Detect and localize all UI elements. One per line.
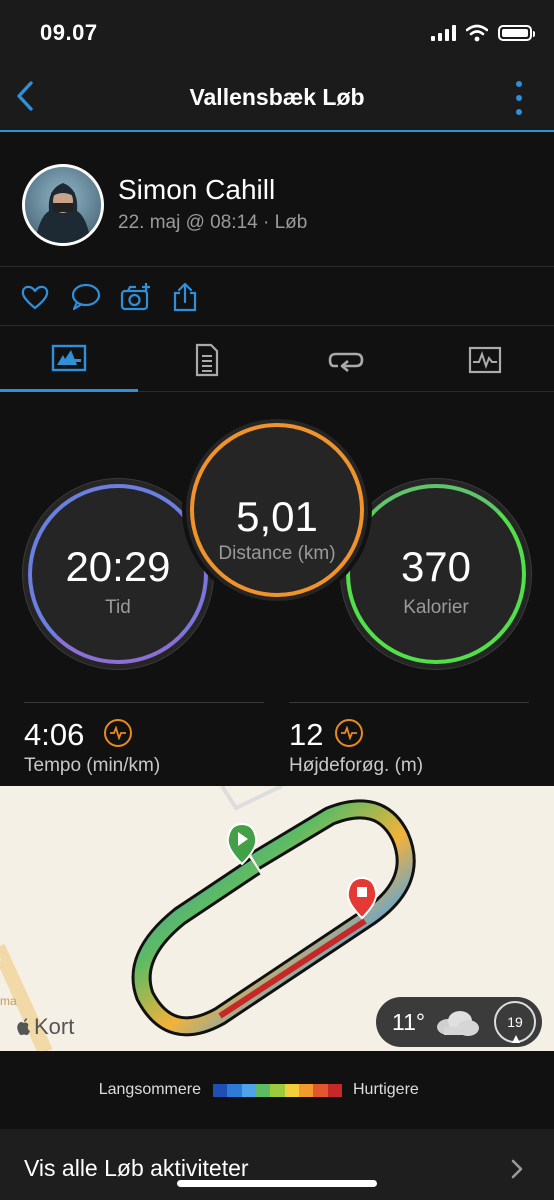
legend-color-swatch [284, 1084, 299, 1097]
view-all-label: Vis alle Løb aktiviteter [24, 1155, 249, 1181]
wind-indicator: 19 [494, 1001, 536, 1043]
overview-icon [51, 344, 87, 372]
like-button[interactable] [20, 282, 50, 312]
elevation-label: Højdeforøg. (m) [289, 755, 424, 776]
legend-color-swatch [213, 1084, 228, 1097]
wifi-icon [466, 24, 488, 42]
comment-icon [71, 283, 101, 311]
temperature: 11° [392, 1009, 426, 1035]
chart-icon [468, 346, 502, 373]
distance-stat[interactable]: 5,01 Distance (km) [182, 415, 372, 605]
calories-label: Kalorier [403, 597, 469, 618]
battery-icon [498, 25, 535, 41]
tab-details[interactable] [138, 327, 276, 392]
legend-color-swatch [227, 1084, 242, 1097]
map-attribution[interactable]: Kort [16, 1014, 74, 1040]
pace-label: Tempo (min/km) [24, 755, 161, 776]
map-place-label: ma [0, 994, 17, 1008]
pulse-icon [335, 719, 363, 747]
laps-icon [328, 352, 364, 372]
time-label: Tid [105, 597, 131, 618]
legend-color-swatch [241, 1084, 256, 1097]
weather-widget[interactable]: 11° 19 [376, 997, 542, 1047]
tab-bar [0, 327, 554, 392]
heart-icon [21, 285, 49, 310]
apple-logo-icon [17, 1018, 30, 1036]
activity-date-type: 22. maj @ 08:14 · Løb [118, 212, 308, 233]
legend-color-swatch [270, 1084, 285, 1097]
share-button[interactable] [172, 282, 202, 312]
status-icons [431, 22, 535, 44]
distance-value: 5,01 [236, 493, 318, 540]
map-brand-label: Kort [34, 1014, 75, 1039]
more-vertical-icon [516, 81, 522, 87]
more-options-button[interactable] [514, 81, 524, 115]
avatar-image [35, 183, 91, 243]
calories-value: 370 [400, 543, 472, 590]
legend-color-swatch [327, 1084, 342, 1097]
pace-value: 4:06 [24, 717, 85, 752]
home-indicator[interactable] [177, 1180, 377, 1187]
legend-color-scale [213, 1084, 342, 1097]
view-all-activities-row[interactable]: Vis alle Løb aktiviteter [0, 1129, 554, 1200]
start-marker[interactable] [226, 822, 258, 866]
document-icon [195, 343, 219, 376]
camera-plus-icon [120, 283, 150, 311]
pace-legend: Langsommere Hurtigere [0, 1051, 554, 1129]
wind-direction-icon [512, 1035, 520, 1043]
status-bar: 09.07 [0, 0, 554, 62]
elevation-metric[interactable]: 12 Højdeforøg. (m) [289, 702, 529, 776]
user-name[interactable]: Simon Cahill [118, 174, 275, 206]
tab-laps[interactable] [277, 327, 415, 392]
activity-stats: 20:29 Tid 370 Kalorier 5,01 Distance (km… [0, 393, 554, 785]
legend-color-swatch [313, 1084, 328, 1097]
avatar[interactable] [22, 164, 104, 246]
status-time: 09.07 [40, 20, 98, 45]
share-icon [173, 282, 197, 312]
cloud-icon [437, 1011, 479, 1036]
chevron-right-icon [511, 1159, 523, 1179]
legend-slow-label: Langsommere [98, 1081, 201, 1098]
app-header: Vallensbæk Løb [0, 62, 554, 132]
wind-speed: 19 [507, 1014, 523, 1030]
time-value: 20:29 [65, 543, 171, 590]
action-bar [0, 268, 554, 326]
comment-button[interactable] [70, 282, 101, 312]
tab-charts[interactable] [416, 327, 554, 392]
legend-color-swatch [255, 1084, 271, 1097]
activity-owner: Simon Cahill 22. maj @ 08:14 · Løb [0, 134, 554, 267]
distance-label: Distance (km) [218, 543, 336, 564]
legend-fast-label: Hurtigere [353, 1081, 419, 1098]
tab-overview[interactable] [0, 327, 138, 392]
legend-color-swatch [298, 1084, 314, 1097]
add-photo-button[interactable] [120, 282, 150, 312]
signal-icon [431, 25, 456, 41]
page-title: Vallensbæk Løb [189, 84, 365, 110]
elevation-value: 12 [289, 717, 324, 752]
pace-metric[interactable]: 4:06 Tempo (min/km) [24, 702, 264, 776]
route-map[interactable]: ma Kort 11° 19 [0, 786, 554, 1051]
pulse-icon [104, 719, 132, 747]
